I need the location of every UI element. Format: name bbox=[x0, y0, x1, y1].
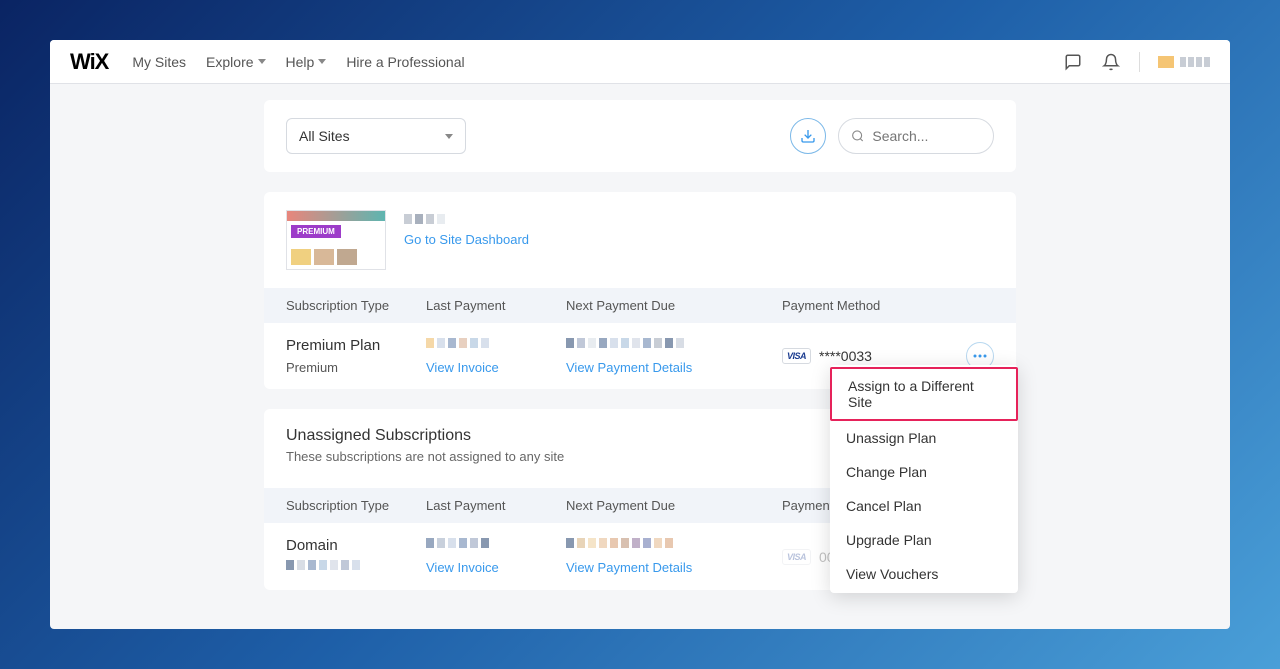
menu-unassign-plan[interactable]: Unassign Plan bbox=[830, 421, 1018, 455]
site-thumbnail[interactable]: PREMIUM bbox=[286, 210, 386, 270]
site-header: PREMIUM Go to Site Dashboard bbox=[286, 210, 994, 270]
col-next-payment: Next Payment Due bbox=[566, 498, 782, 513]
view-invoice-link[interactable]: View Invoice bbox=[426, 560, 566, 575]
wix-logo[interactable]: WiX bbox=[70, 49, 108, 75]
nav-hire[interactable]: Hire a Professional bbox=[346, 54, 464, 70]
site-filter-select[interactable]: All Sites bbox=[286, 118, 466, 154]
menu-change-plan[interactable]: Change Plan bbox=[830, 455, 1018, 489]
dashboard-link[interactable]: Go to Site Dashboard bbox=[404, 232, 529, 247]
col-payment-method: Payment Method bbox=[782, 298, 922, 313]
visa-badge: VISA bbox=[782, 549, 811, 565]
nav-divider bbox=[1139, 52, 1140, 72]
redacted-value bbox=[426, 538, 566, 548]
table-header: Subscription Type Last Payment Next Paym… bbox=[264, 288, 1016, 323]
site-subscription-panel: PREMIUM Go to Site Dashboard Subscriptio… bbox=[264, 192, 1016, 389]
nav-help-label: Help bbox=[286, 54, 315, 70]
col-last-payment: Last Payment bbox=[426, 498, 566, 513]
search-icon bbox=[851, 128, 864, 144]
nav-help[interactable]: Help bbox=[286, 54, 327, 70]
nav-items: My Sites Explore Help Hire a Professiona… bbox=[132, 54, 1063, 70]
nav-explore[interactable]: Explore bbox=[206, 54, 265, 70]
menu-view-vouchers[interactable]: View Vouchers bbox=[830, 557, 1018, 591]
plan-sub: Premium bbox=[286, 360, 426, 375]
col-last-payment: Last Payment bbox=[426, 298, 566, 313]
premium-badge: PREMIUM bbox=[291, 225, 341, 238]
chevron-down-icon bbox=[445, 134, 453, 139]
table-row: Premium Plan Premium View Invoice View P… bbox=[264, 323, 1016, 389]
app-window: WiX My Sites Explore Help Hire a Profess… bbox=[50, 40, 1230, 629]
view-payment-details-link[interactable]: View Payment Details bbox=[566, 560, 782, 575]
topnav-right bbox=[1063, 52, 1210, 72]
bell-icon[interactable] bbox=[1101, 52, 1121, 72]
redacted-value bbox=[566, 338, 782, 348]
chevron-down-icon bbox=[318, 59, 326, 64]
menu-cancel-plan[interactable]: Cancel Plan bbox=[830, 489, 1018, 523]
payment-method-chip: VISA ****0033 bbox=[782, 348, 872, 364]
visa-badge: VISA bbox=[782, 348, 811, 364]
redacted-value bbox=[566, 538, 782, 548]
filter-panel: All Sites bbox=[264, 100, 1016, 172]
redacted-value bbox=[286, 560, 426, 570]
redacted-value bbox=[426, 338, 566, 348]
site-name-redacted bbox=[404, 214, 529, 224]
search-box[interactable] bbox=[838, 118, 994, 154]
avatar-name-blur bbox=[1180, 57, 1210, 67]
col-subscription-type: Subscription Type bbox=[286, 298, 426, 313]
menu-upgrade-plan[interactable]: Upgrade Plan bbox=[830, 523, 1018, 557]
nav-my-sites[interactable]: My Sites bbox=[132, 54, 186, 70]
chat-icon[interactable] bbox=[1063, 52, 1083, 72]
avatar-icon bbox=[1158, 56, 1174, 68]
site-filter-label: All Sites bbox=[299, 128, 350, 144]
view-payment-details-link[interactable]: View Payment Details bbox=[566, 360, 782, 375]
top-nav: WiX My Sites Explore Help Hire a Profess… bbox=[50, 40, 1230, 84]
chevron-down-icon bbox=[258, 59, 266, 64]
menu-assign-different-site[interactable]: Assign to a Different Site bbox=[830, 367, 1018, 421]
content-area: All Sites PREMIUM bbox=[50, 84, 1230, 629]
download-button[interactable] bbox=[790, 118, 826, 154]
col-subscription-type: Subscription Type bbox=[286, 498, 426, 513]
user-avatar[interactable] bbox=[1158, 56, 1210, 68]
card-last4: ****0033 bbox=[819, 348, 872, 364]
search-input[interactable] bbox=[872, 128, 981, 144]
actions-dropdown: Assign to a Different Site Unassign Plan… bbox=[830, 365, 1018, 593]
plan-title: Domain bbox=[286, 537, 426, 554]
nav-explore-label: Explore bbox=[206, 54, 253, 70]
col-next-payment: Next Payment Due bbox=[566, 298, 782, 313]
view-invoice-link[interactable]: View Invoice bbox=[426, 360, 566, 375]
plan-title: Premium Plan bbox=[286, 337, 426, 354]
